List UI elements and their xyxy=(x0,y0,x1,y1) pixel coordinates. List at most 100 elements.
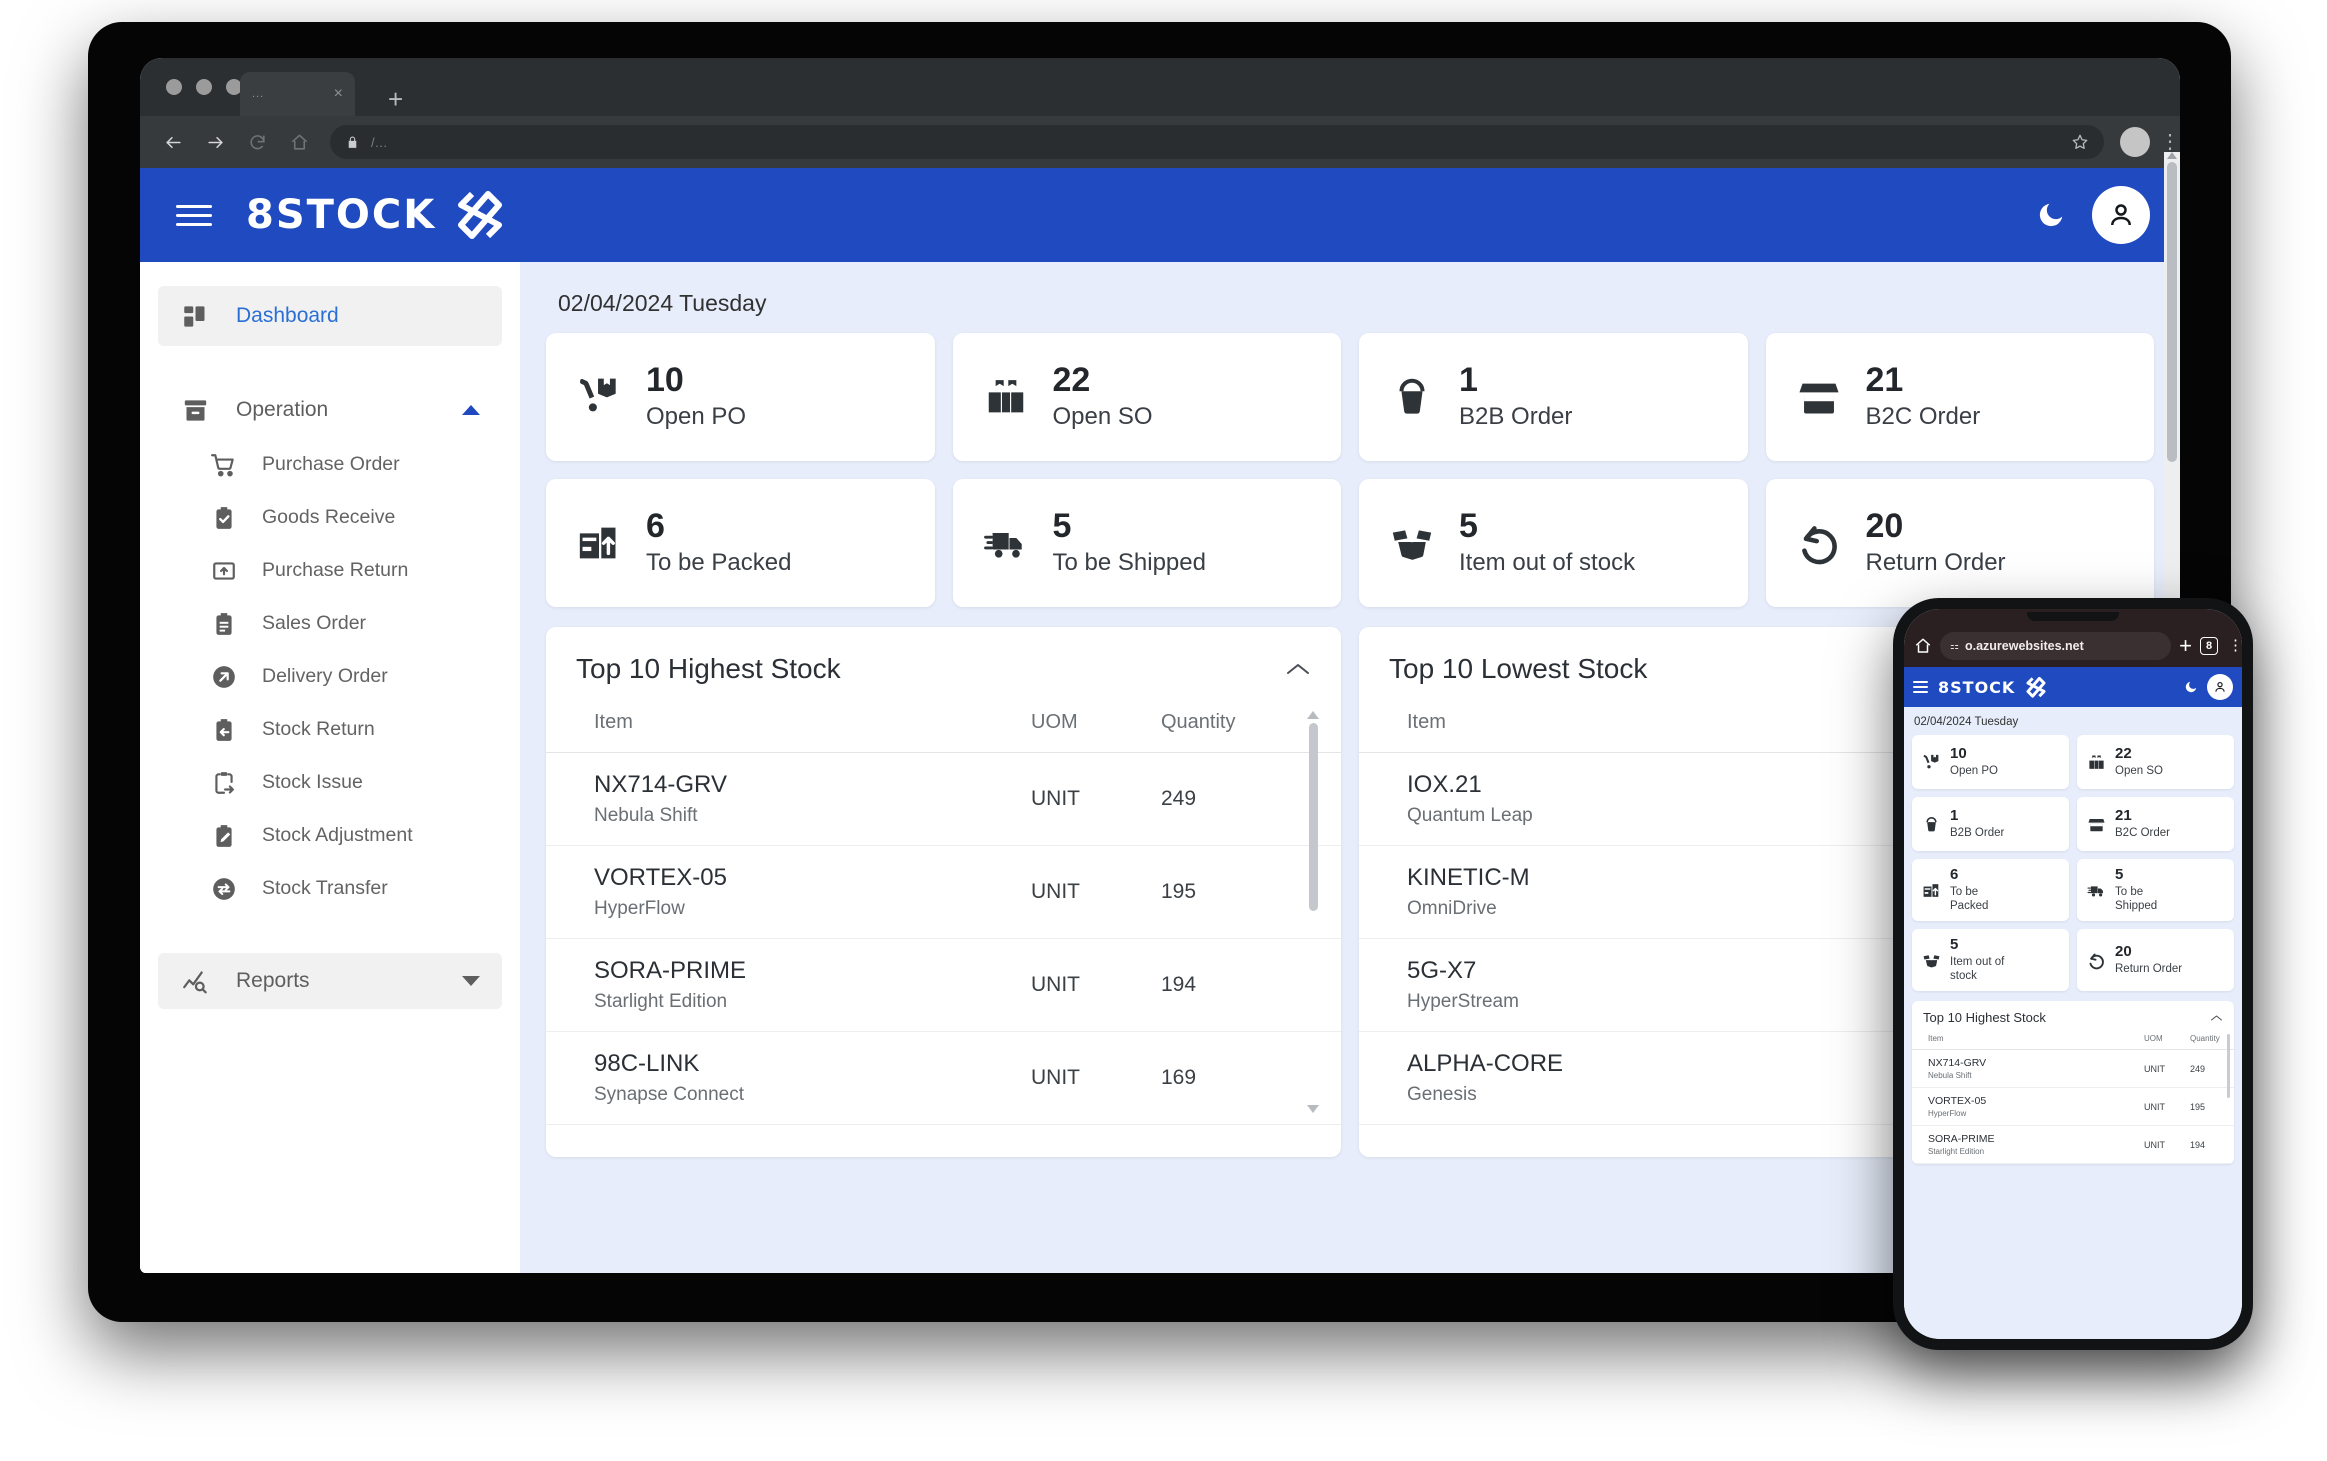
kebab-menu-icon[interactable]: ⋮ xyxy=(2228,642,2232,650)
sidebar-item-stock-issue[interactable]: Stock Issue xyxy=(158,756,502,809)
table-row[interactable]: VORTEX-05 HyperFlow UNIT 195 xyxy=(546,846,1341,939)
table-scrollbar-thumb[interactable] xyxy=(2227,1034,2230,1098)
tab-count-badge[interactable]: 8 xyxy=(2200,637,2218,655)
window-controls[interactable] xyxy=(166,79,242,95)
table-row[interactable]: SORA-PRIME Starlight Edition UNIT 194 xyxy=(1912,1126,2234,1164)
kpi-value: 10 xyxy=(1950,746,1998,762)
close-icon[interactable]: × xyxy=(334,86,343,102)
shopping-cart-icon xyxy=(210,451,238,479)
moon-icon[interactable] xyxy=(2036,200,2066,230)
table-row[interactable]: NX714-GRV Nebula Shift UNIT 249 xyxy=(1912,1050,2234,1088)
sidebar-item-purchase-return[interactable]: Purchase Return xyxy=(158,544,502,597)
table-row[interactable]: SORA-PRIME Starlight Edition UNIT 194 xyxy=(546,939,1341,1032)
phone-panel-highest-stock: Top 10 Highest Stock Item UOM Quantity xyxy=(1912,1001,2234,1164)
panel-title: Top 10 Lowest Stock xyxy=(1389,653,1647,685)
table-row[interactable]: 98C-LINK Synapse Connect UNIT 169 xyxy=(546,1032,1341,1125)
minimize-window-dot[interactable] xyxy=(196,79,212,95)
kpi-card-open-so[interactable]: 22 Open SO xyxy=(2077,735,2234,789)
kpi-label: Open SO xyxy=(2115,764,2163,778)
kpi-card-return-order[interactable]: 20 Return Order xyxy=(2077,929,2234,991)
column-header-uom: UOM xyxy=(1031,711,1161,753)
scroll-down-arrow-icon[interactable] xyxy=(1307,1105,1319,1113)
item-description: Synapse Connect xyxy=(594,1084,1031,1106)
page-scrollbar-thumb[interactable] xyxy=(2167,162,2177,462)
hamburger-menu-icon[interactable] xyxy=(1913,681,1928,692)
kpi-label: B2C Order xyxy=(1866,403,1981,431)
chevron-up-icon[interactable] xyxy=(2210,1014,2223,1022)
kpi-value: 1 xyxy=(1950,808,2004,824)
kpi-card-to-be-packed[interactable]: 6 To be Packed xyxy=(1912,859,2069,921)
table-header-row: Item UOM Quantity xyxy=(1912,1034,2234,1050)
star-icon[interactable] xyxy=(2072,134,2088,150)
panel-header: Top 10 Highest Stock xyxy=(546,653,1341,685)
sidebar-group-reports-header[interactable]: Reports xyxy=(158,953,502,1009)
phone-address-url: o.azurewebsites.net xyxy=(1965,639,2084,653)
kpi-card-open-so[interactable]: 22 Open SO xyxy=(953,333,1342,461)
home-icon[interactable] xyxy=(280,123,318,161)
sidebar-item-sales-order[interactable]: Sales Order xyxy=(158,597,502,650)
kpi-card-b2c-order[interactable]: 21 B2C Order xyxy=(1766,333,2155,461)
sidebar-item-stock-return[interactable]: Stock Return xyxy=(158,703,502,756)
kpi-label: Open PO xyxy=(1950,764,1998,778)
panel-header: Top 10 Highest Stock xyxy=(1912,1010,2234,1025)
kpi-card-to-be-shipped[interactable]: 5 To be Shipped xyxy=(2077,859,2234,921)
chevron-down-icon[interactable] xyxy=(462,976,480,986)
kebab-menu-icon[interactable]: ⋮ xyxy=(2160,137,2166,148)
browser-profile-avatar[interactable] xyxy=(2120,127,2150,157)
scroll-up-arrow-icon[interactable] xyxy=(1307,711,1319,719)
storefront-icon xyxy=(1796,374,1842,420)
table-scrollbar[interactable] xyxy=(1307,723,1319,1099)
cell-uom: UNIT xyxy=(2144,1126,2190,1164)
phone-address-bar[interactable]: ⚏ o.azurewebsites.net xyxy=(1940,632,2171,660)
kpi-card-to-be-shipped[interactable]: 5 To be Shipped xyxy=(953,479,1342,607)
sidebar: Dashboard Operation Purchase xyxy=(140,262,520,1273)
browser-tab[interactable]: ... × xyxy=(240,72,355,116)
tab-title: ... xyxy=(252,88,264,100)
moon-icon[interactable] xyxy=(2184,680,2198,694)
sidebar-group-reports[interactable]: Reports xyxy=(158,953,502,1009)
kpi-card-return-order[interactable]: 20 Return Order xyxy=(1766,479,2155,607)
table-row[interactable]: VORTEX-05 HyperFlow UNIT 195 xyxy=(1912,1088,2234,1126)
storefront-icon xyxy=(2087,815,2106,834)
chevron-up-icon[interactable] xyxy=(462,405,480,415)
sidebar-item-goods-receive[interactable]: Goods Receive xyxy=(158,491,502,544)
kpi-card-open-po[interactable]: 10 Open PO xyxy=(1912,735,2069,789)
user-avatar-icon[interactable] xyxy=(2207,674,2233,700)
user-avatar-icon[interactable] xyxy=(2092,186,2150,244)
kpi-card-b2b-order[interactable]: 1 B2B Order xyxy=(1359,333,1748,461)
reload-icon[interactable] xyxy=(238,123,276,161)
home-icon[interactable] xyxy=(1914,637,1932,655)
address-bar[interactable]: /... xyxy=(330,125,2104,159)
hamburger-menu-icon[interactable] xyxy=(176,205,212,226)
close-window-dot[interactable] xyxy=(166,79,182,95)
kpi-card-b2b-order[interactable]: 1 B2B Order xyxy=(1912,797,2069,851)
clipboard-check-icon xyxy=(210,504,238,532)
new-tab-icon[interactable]: + xyxy=(388,86,403,112)
table-row[interactable]: NX714-GRV Nebula Shift UNIT 249 xyxy=(546,753,1341,846)
panel-highest-stock: Top 10 Highest Stock Item UOM Quantity xyxy=(546,627,1341,1157)
forward-arrow-icon[interactable] xyxy=(196,123,234,161)
sidebar-item-dashboard[interactable]: Dashboard xyxy=(158,286,502,346)
item-code: SORA-PRIME xyxy=(594,957,1031,985)
kpi-card-item-out-of-stock[interactable]: 5 Item out of stock xyxy=(1912,929,2069,991)
sidebar-item-purchase-order[interactable]: Purchase Order xyxy=(158,438,502,491)
sidebar-item-stock-adjustment[interactable]: Stock Adjustment xyxy=(158,809,502,862)
kpi-card-to-be-packed[interactable]: 6 To be Packed xyxy=(546,479,935,607)
delivery-truck-icon xyxy=(2087,881,2106,900)
back-arrow-icon[interactable] xyxy=(154,123,192,161)
sidebar-item-label: Stock Transfer xyxy=(262,877,388,900)
new-tab-icon[interactable]: + xyxy=(2179,635,2192,657)
sidebar-group-label: Operation xyxy=(236,398,328,422)
sidebar-group-operation-header[interactable]: Operation xyxy=(158,382,502,438)
kpi-label: Item out of stock xyxy=(1950,955,2020,984)
kpi-card-b2c-order[interactable]: 21 B2C Order xyxy=(2077,797,2234,851)
scroll-up-arrow-icon[interactable] xyxy=(2167,152,2177,159)
scrollbar-thumb[interactable] xyxy=(1309,723,1318,911)
kpi-card-item-out-of-stock[interactable]: 5 Item out of stock xyxy=(1359,479,1748,607)
hand-truck-icon xyxy=(576,374,622,420)
sidebar-item-stock-transfer[interactable]: Stock Transfer xyxy=(158,862,502,915)
sidebar-item-delivery-order[interactable]: Delivery Order xyxy=(158,650,502,703)
kpi-card-open-po[interactable]: 10 Open PO xyxy=(546,333,935,461)
boxes-icon xyxy=(983,374,1029,420)
chevron-up-icon[interactable] xyxy=(1285,661,1311,677)
